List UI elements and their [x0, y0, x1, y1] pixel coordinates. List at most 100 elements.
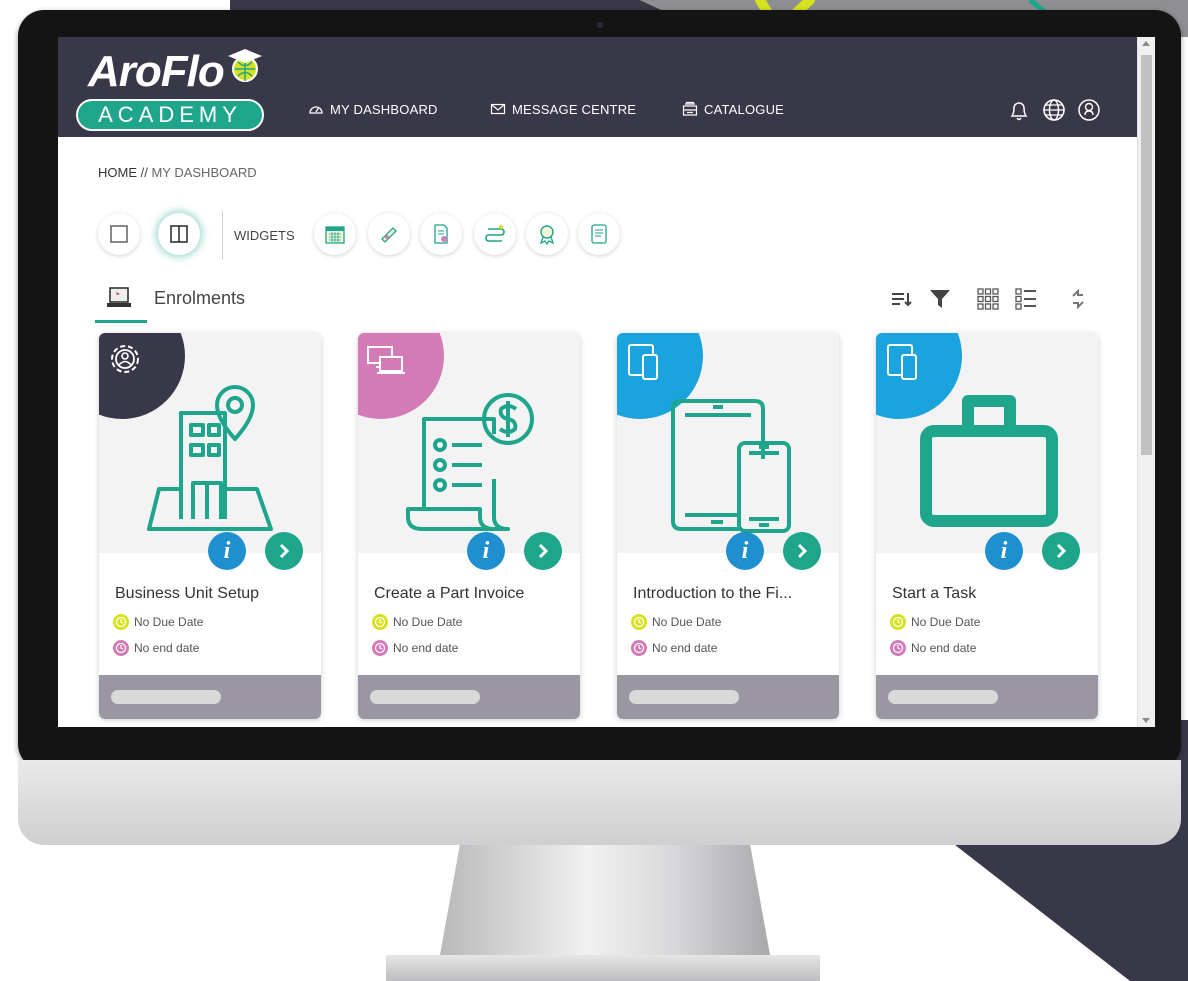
enrolments-tab-underline: [95, 320, 147, 323]
nav-my-dashboard[interactable]: MY DASHBOARD: [308, 101, 438, 117]
card-footer: [617, 675, 839, 719]
info-button[interactable]: i: [985, 532, 1023, 570]
devices-icon: [367, 346, 405, 374]
building-location-icon: [147, 385, 273, 531]
card-title[interactable]: Start a Task: [892, 585, 976, 603]
card-title[interactable]: Create a Part Invoice: [374, 585, 524, 603]
nav-message-centre-label: MESSAGE CENTRE: [512, 101, 637, 117]
briefcase-icon: [920, 395, 1058, 527]
card-footer: [358, 675, 580, 719]
bell-icon[interactable]: [1006, 97, 1032, 123]
refresh-icon[interactable]: [1066, 287, 1090, 311]
nav-my-dashboard-label: MY DASHBOARD: [330, 101, 438, 117]
report-icon: [591, 224, 607, 244]
clock-icon: [113, 640, 129, 656]
info-button[interactable]: i: [726, 532, 764, 570]
widget-pathway-button[interactable]: [474, 213, 516, 255]
end-date-row: No end date: [113, 640, 199, 656]
layout-single-button[interactable]: [98, 213, 140, 255]
end-date-row: No end date: [631, 640, 717, 656]
due-date-text: No Due Date: [652, 615, 722, 629]
screen: AroFlo ACADEMY MY DASHBOARD MESSAGE CENT…: [58, 37, 1155, 727]
layout-two-column-button[interactable]: [158, 213, 200, 255]
nav-catalogue[interactable]: CATALOGUE: [682, 101, 784, 117]
filter-icon[interactable]: [928, 287, 952, 311]
chevron-right-icon: [279, 543, 290, 559]
user-icon[interactable]: [1076, 97, 1102, 123]
progress-placeholder: [111, 690, 221, 704]
catalogue-icon: [682, 101, 698, 116]
monitor-chin: [18, 760, 1181, 845]
widgets-label: WIDGETS: [234, 228, 295, 243]
sort-icon[interactable]: [890, 287, 914, 311]
progress-placeholder: [629, 690, 739, 704]
clock-icon: [631, 614, 647, 630]
settings-user-icon: [111, 345, 139, 373]
due-date-row: No Due Date: [890, 614, 980, 630]
card-thumbnail: i: [617, 333, 839, 570]
nav-message-centre[interactable]: MESSAGE CENTRE: [490, 101, 636, 117]
envelope-icon: [490, 103, 506, 115]
due-date-text: No Due Date: [393, 615, 463, 629]
card-footer: [99, 675, 321, 719]
clock-icon: [631, 640, 647, 656]
pathway-icon: [485, 225, 505, 242]
chevron-right-icon: [797, 543, 808, 559]
single-column-icon: [110, 225, 128, 243]
tablet-phone-icon: [628, 344, 658, 380]
clock-icon: [890, 640, 906, 656]
widget-certificate-button[interactable]: [368, 213, 410, 255]
aroflo-academy-logo[interactable]: AroFlo ACADEMY: [76, 45, 266, 135]
open-course-button[interactable]: [783, 532, 821, 570]
open-course-button[interactable]: [524, 532, 562, 570]
widget-badge-button[interactable]: [526, 213, 568, 255]
nav-catalogue-label: CATALOGUE: [704, 101, 785, 117]
card-footer: [876, 675, 1098, 719]
card-title[interactable]: Business Unit Setup: [115, 585, 259, 603]
due-date-row: No Due Date: [113, 614, 203, 630]
monitor-stand: [440, 845, 770, 955]
breadcrumb-separator: //: [137, 165, 152, 180]
progress-placeholder: [888, 690, 998, 704]
logo-academy: ACADEMY: [76, 99, 264, 131]
card-title[interactable]: Introduction to the Fi...: [633, 585, 792, 603]
two-column-icon: [170, 225, 188, 243]
globe-icon[interactable]: [1041, 97, 1067, 123]
scrollbar-thumb[interactable]: [1141, 55, 1152, 455]
breadcrumb-home[interactable]: HOME: [98, 165, 137, 180]
info-button[interactable]: i: [208, 532, 246, 570]
laptop-icon: [107, 287, 131, 307]
open-course-button[interactable]: [1042, 532, 1080, 570]
scroll-up-arrow-icon[interactable]: [1142, 41, 1150, 46]
info-button[interactable]: i: [467, 532, 505, 570]
scroll-down-arrow-icon[interactable]: [1142, 718, 1150, 723]
list-view-icon[interactable]: [1014, 287, 1038, 311]
widget-calendar-button[interactable]: [314, 213, 356, 255]
top-navigation-bar: AroFlo ACADEMY MY DASHBOARD MESSAGE CENT…: [58, 37, 1138, 137]
widget-document-button[interactable]: [420, 213, 462, 255]
end-date-text: No end date: [134, 641, 200, 655]
clock-icon: [372, 614, 388, 630]
enrolment-card[interactable]: i Create a Part Invoice No Due Date No e…: [358, 333, 580, 719]
toolbar-divider: [222, 211, 223, 259]
grid-view-icon[interactable]: [976, 287, 1000, 311]
graduation-globe-icon: [228, 49, 262, 82]
card-thumbnail: i: [358, 333, 580, 570]
enrolment-card[interactable]: i Start a Task No Due Date No end date: [876, 333, 1098, 719]
clock-icon: [113, 614, 129, 630]
progress-placeholder: [370, 690, 480, 704]
enrolment-card[interactable]: i Introduction to the Fi... No Due Date …: [617, 333, 839, 719]
enrolment-card[interactable]: i Business Unit Setup No Due Date No end…: [99, 333, 321, 719]
breadcrumb: HOME // MY DASHBOARD: [98, 165, 257, 180]
certificate-icon: [381, 227, 397, 243]
open-course-button[interactable]: [265, 532, 303, 570]
widget-report-button[interactable]: [578, 213, 620, 255]
logo-wordmark: AroFlo: [88, 47, 225, 96]
chevron-right-icon: [538, 543, 549, 559]
vertical-scrollbar[interactable]: [1137, 37, 1155, 727]
badge-icon: [539, 225, 555, 245]
invoice-icon: [406, 393, 534, 531]
due-date-text: No Due Date: [134, 615, 204, 629]
clock-icon: [890, 614, 906, 630]
enrolments-title[interactable]: Enrolments: [154, 288, 245, 309]
